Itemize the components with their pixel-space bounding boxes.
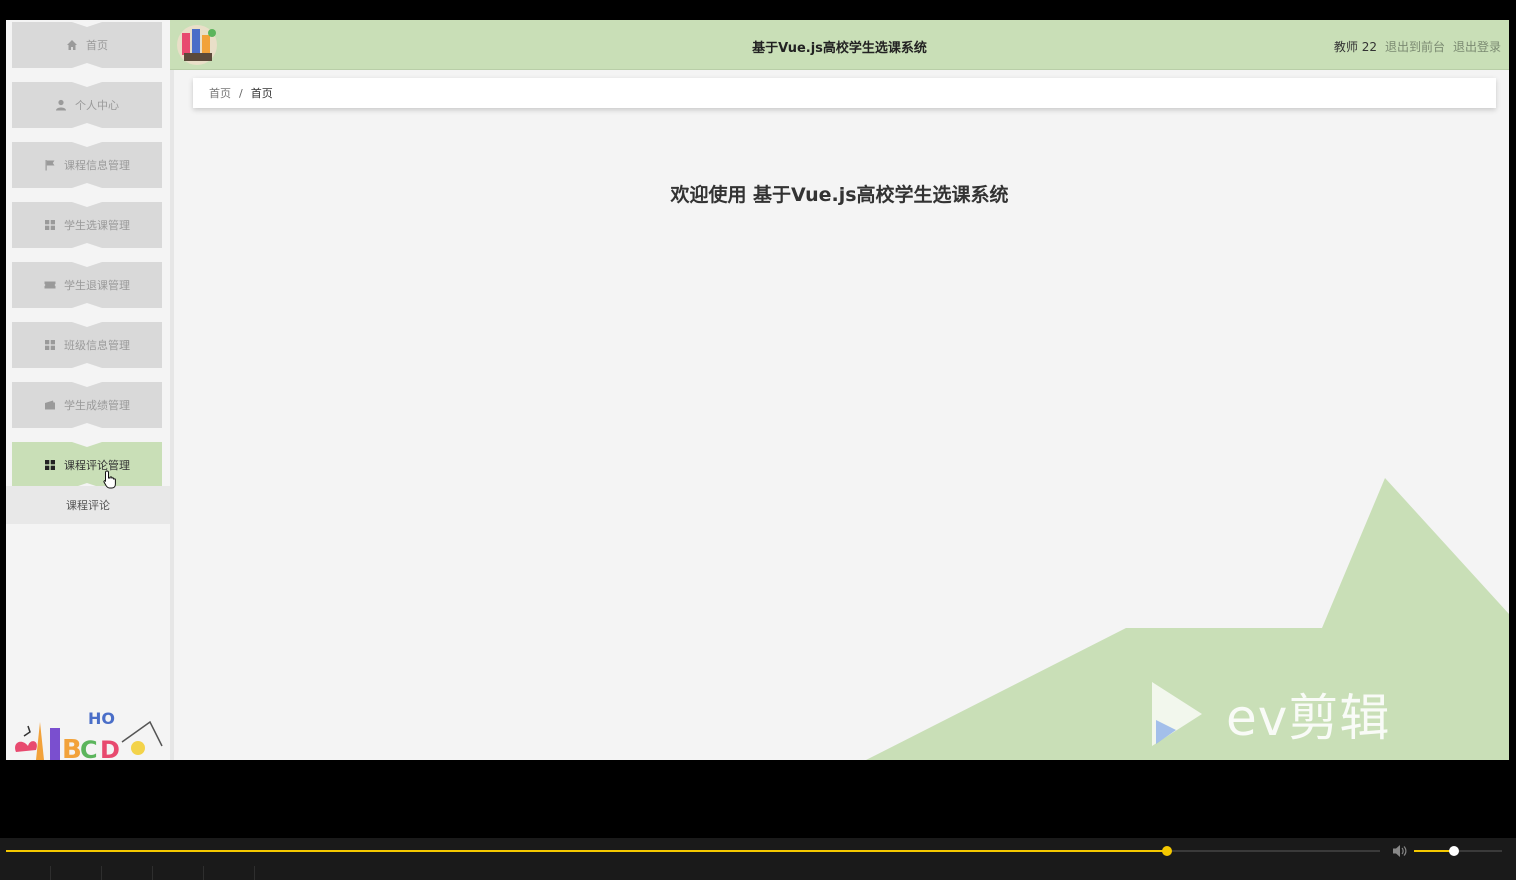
ticket-icon xyxy=(44,279,56,291)
sidebar-item-label: 个人中心 xyxy=(75,99,119,112)
volume-icon[interactable] xyxy=(1392,843,1408,859)
submenu-item-label: 课程评论 xyxy=(66,499,110,512)
svg-text:HO: HO xyxy=(88,709,115,728)
sidebar-item-grades[interactable]: 学生成绩管理 xyxy=(12,382,162,428)
ev-watermark: ev剪辑 xyxy=(1146,680,1390,748)
app-window: 首页 个人中心 课程信息管理 学生选课管理 学生退课管理 班级信息管理 学生成绩… xyxy=(6,20,1509,760)
play-logo-icon xyxy=(1152,682,1202,746)
top-header: 基于Vue.js高校学生选课系统 教师 22 退出到前台 退出登录 xyxy=(170,20,1509,70)
sidebar-item-course-info[interactable]: 课程信息管理 xyxy=(12,142,162,188)
svg-text:D: D xyxy=(100,736,120,760)
progress-fill xyxy=(6,850,1168,852)
svg-text:B: B xyxy=(62,735,82,760)
svg-text:C: C xyxy=(80,736,98,760)
sidebar-item-profile[interactable]: 个人中心 xyxy=(12,82,162,128)
app-title: 基于Vue.js高校学生选课系统 xyxy=(752,41,927,56)
grid-icon xyxy=(44,459,56,471)
timeline-cell xyxy=(51,866,102,880)
volume-handle[interactable] xyxy=(1448,846,1459,856)
sidebar-item-label: 课程评论管理 xyxy=(64,459,130,472)
timeline-cells xyxy=(0,866,1516,880)
background-decor-shape xyxy=(866,478,1509,760)
breadcrumb-separator: / xyxy=(239,86,243,100)
sidebar-item-label: 学生退课管理 xyxy=(64,279,130,292)
sidebar-item-label: 学生成绩管理 xyxy=(64,399,130,412)
breadcrumb: 首页 / 首页 xyxy=(193,78,1496,108)
grid-icon xyxy=(44,339,56,351)
sidebar-item-course-comments[interactable]: 课程评论管理 xyxy=(12,442,162,488)
timeline-cell xyxy=(153,866,204,880)
current-user-label: 教师 22 xyxy=(1333,40,1377,54)
sidebar-item-label: 学生选课管理 xyxy=(64,219,130,232)
sidebar-item-label: 首页 xyxy=(86,39,108,52)
submenu-item-course-comment[interactable]: 课程评论 xyxy=(6,486,170,524)
progress-handle[interactable] xyxy=(1162,846,1173,856)
video-player-bar xyxy=(0,838,1516,880)
sidebar-item-course-drop[interactable]: 学生退课管理 xyxy=(12,262,162,308)
volume-fill xyxy=(1414,850,1454,852)
grid-icon xyxy=(44,219,56,231)
sidebar-item-class-info[interactable]: 班级信息管理 xyxy=(12,322,162,368)
timeline-cell xyxy=(204,866,255,880)
sidebar-item-label: 班级信息管理 xyxy=(64,339,130,352)
volume-slider[interactable] xyxy=(1414,846,1502,856)
sidebar-illustration: HO B C D xyxy=(15,709,163,760)
exit-to-front-link[interactable]: 退出到前台 xyxy=(1385,38,1445,55)
breadcrumb-home-link[interactable]: 首页 xyxy=(209,85,231,101)
flag-icon xyxy=(44,159,56,171)
wallet-icon xyxy=(44,399,56,411)
watermark-text: ev剪辑 xyxy=(1226,689,1391,747)
sidebar-item-course-selection[interactable]: 学生选课管理 xyxy=(12,202,162,248)
hand-cursor-icon xyxy=(103,470,116,489)
user-icon xyxy=(55,99,67,111)
breadcrumb-current: 首页 xyxy=(250,87,273,100)
progress-bar[interactable] xyxy=(6,846,1380,856)
timeline-cell xyxy=(0,866,51,880)
header-user-area: 教师 22 退出到前台 退出登录 xyxy=(1334,38,1501,55)
welcome-heading: 欢迎使用 基于Vue.js高校学生选课系统 xyxy=(670,184,1009,206)
logout-link[interactable]: 退出登录 xyxy=(1453,38,1501,55)
sidebar: 首页 个人中心 课程信息管理 学生选课管理 学生退课管理 班级信息管理 学生成绩… xyxy=(6,20,170,760)
home-icon xyxy=(66,39,78,51)
sidebar-item-label: 课程信息管理 xyxy=(64,159,130,172)
sidebar-divider xyxy=(170,20,174,760)
sidebar-item-home[interactable]: 首页 xyxy=(12,22,162,68)
timeline-cell xyxy=(102,866,153,880)
